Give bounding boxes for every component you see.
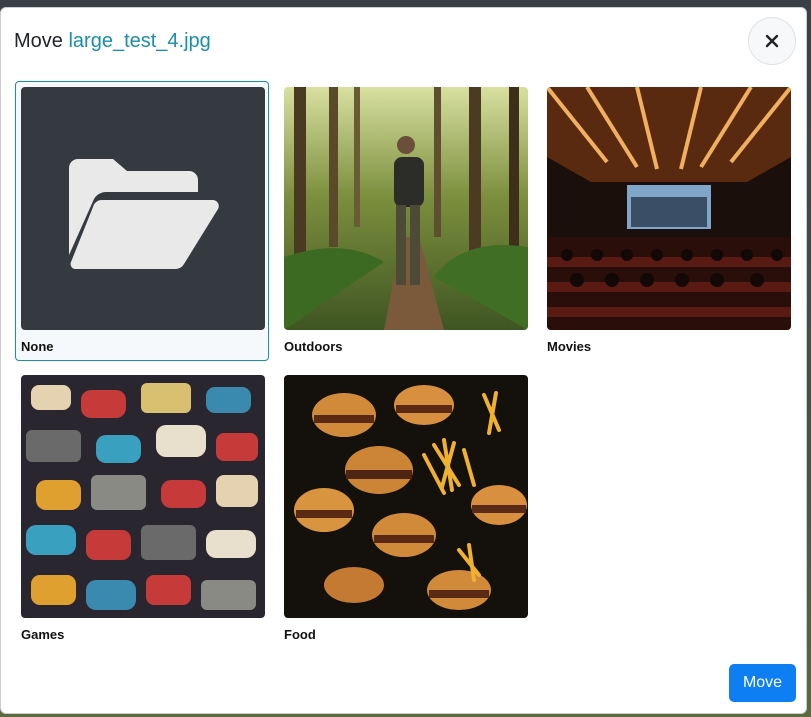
dialog-title-prefix: Move [14, 30, 63, 52]
folder-label: Food [284, 627, 316, 642]
move-dialog: Move large_test_4.jpg None Outdoors Movi… [0, 7, 807, 714]
folder-tile-outdoors[interactable]: Outdoors [278, 81, 532, 361]
close-icon [765, 34, 779, 48]
folder-label: Movies [547, 339, 592, 354]
folder-thumbnail [21, 375, 265, 618]
folder-open-icon [21, 87, 265, 330]
dialog-header: Move large_test_4.jpg [1, 8, 806, 74]
folder-tile-movies[interactable]: Movies [541, 81, 795, 361]
dialog-title: Move large_test_4.jpg [14, 30, 211, 53]
folder-label: Outdoors [284, 339, 343, 354]
burgers-fries-image [284, 375, 528, 618]
cinema-image [547, 87, 791, 330]
close-button[interactable] [748, 17, 796, 65]
folder-thumbnail [21, 87, 265, 330]
folder-tile-none[interactable]: None [15, 81, 269, 361]
game-controllers-image [21, 375, 265, 618]
folder-label: None [21, 339, 54, 354]
folder-label: Games [21, 627, 65, 642]
folder-thumbnail [547, 87, 791, 330]
folder-tile-food[interactable]: Food [278, 369, 532, 649]
folder-thumbnail [284, 87, 528, 330]
forest-hiker-image [284, 87, 528, 330]
folder-thumbnail [284, 375, 528, 618]
dialog-file-name: large_test_4.jpg [68, 30, 211, 52]
move-button[interactable]: Move [729, 664, 796, 702]
folder-tile-games[interactable]: Games [15, 369, 269, 649]
